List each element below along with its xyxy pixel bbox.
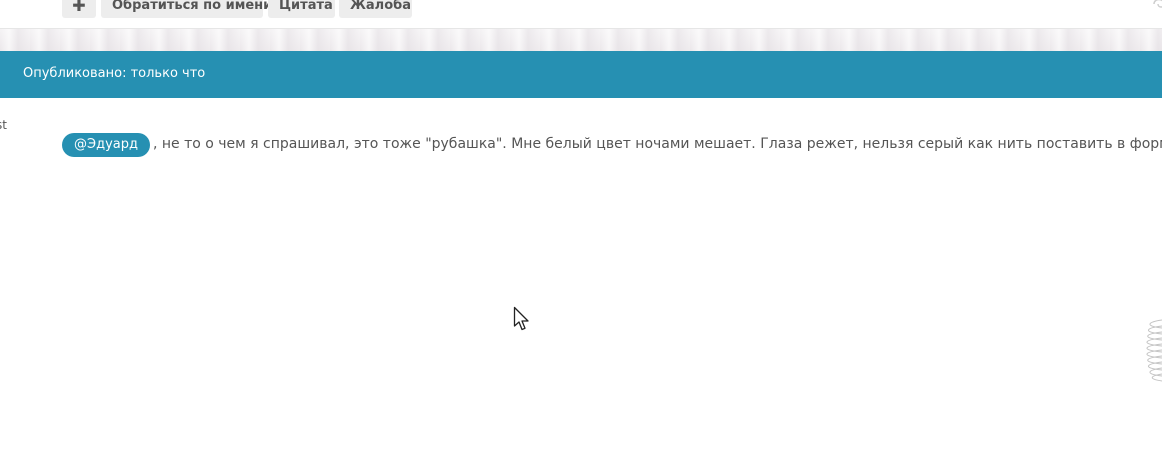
multiquote-button[interactable]: ✚ — [62, 0, 96, 18]
author-info-fragment: st — [0, 118, 7, 132]
spring-decoration-icon — [1138, 318, 1162, 384]
quote-button[interactable]: Цитата — [268, 0, 335, 18]
user-mention-link[interactable]: @Эдуард — [62, 133, 150, 157]
post-text: , не то о чем я спрашивал, это тоже "руб… — [152, 136, 1162, 152]
quote-decoration-icon — [1150, 0, 1162, 14]
decorative-texture-band — [0, 29, 1162, 51]
mouse-pointer-icon — [513, 306, 531, 332]
report-button[interactable]: Жалоба — [339, 0, 412, 18]
post-action-bar: ✚ Обратиться по имени Цитата Жалоба — [0, 0, 1162, 29]
forum-page: ✚ Обратиться по имени Цитата Жалоба Опуб… — [0, 0, 1162, 464]
mention-by-name-button[interactable]: Обратиться по имени — [101, 0, 272, 18]
post-header: Опубликовано: только что — [0, 51, 1162, 98]
post-content: @Эдуард, не то о чем я спрашивал, это то… — [62, 132, 1162, 158]
post-published-date: Опубликовано: только что — [23, 66, 206, 81]
